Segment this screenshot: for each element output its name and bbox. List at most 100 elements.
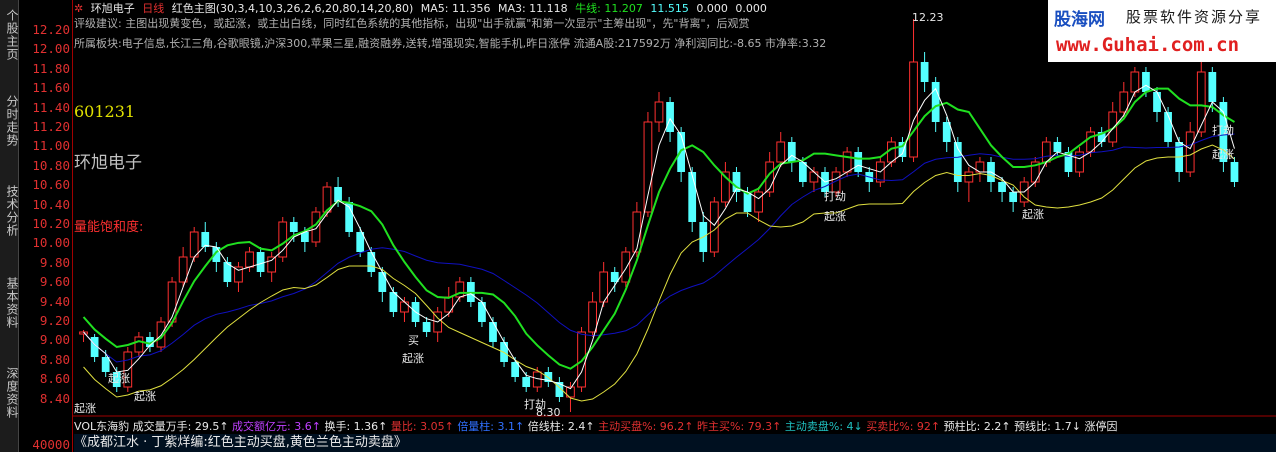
vol-name: VOL东海豹 (74, 420, 130, 433)
candle (643, 112, 653, 217)
vol-active-sell: 主动卖盘%: 4↓ (784, 420, 863, 433)
candle (909, 19, 918, 162)
header-bear-line: 11.515 (650, 2, 689, 15)
candle (987, 157, 995, 192)
candle (444, 287, 454, 317)
candle-body (842, 151, 852, 173)
ma-blue-line (83, 133, 1235, 363)
candle-body (1130, 71, 1140, 93)
candle (1075, 147, 1084, 177)
candle-body (920, 62, 929, 82)
annotation-dajie-2: 打劫 (824, 190, 846, 203)
candle-body (1009, 192, 1018, 202)
ma-yellow-line (83, 144, 1235, 402)
candle-body (256, 252, 265, 272)
candle-body (134, 336, 144, 353)
candle (964, 167, 974, 202)
candle-body (654, 101, 664, 123)
annotation-qizhang-6: 起涨 (1022, 208, 1044, 221)
candle-body (1230, 162, 1239, 182)
candle (787, 137, 796, 172)
candle (433, 307, 443, 342)
candle (90, 334, 99, 362)
vol-turnover: 成交量万手: 29.5↑ (132, 420, 229, 433)
header-ma5: MA5: 11.356 (420, 2, 491, 15)
header-zero2: 0.000 (735, 2, 767, 15)
candle (1164, 107, 1172, 147)
gear-icon[interactable]: ✲ (74, 2, 83, 15)
candle-body (245, 251, 254, 268)
candle-body (743, 192, 752, 212)
annotation-dajie-3: 打劫 (1212, 124, 1234, 137)
footer-caption: 《成都江水 · 丁紫烊编:红色主动买盘,黄色兰色主动卖盘》 (74, 434, 1276, 452)
candle-body (1208, 72, 1217, 102)
vol-double: 倍量柱: 3.1↑ (457, 420, 525, 433)
annotation-qizhang-1: 起涨 (74, 402, 96, 415)
candle-body (189, 231, 199, 258)
candle (1185, 122, 1195, 177)
candle-body (1142, 72, 1150, 92)
vol-ratio: 量比: 3.05↑ (390, 420, 454, 433)
saturation-label: 量能饱和度: (74, 220, 144, 235)
candle-body (201, 232, 210, 247)
candle-body (809, 171, 819, 183)
candle (865, 167, 874, 192)
candle-body (787, 142, 796, 162)
candle-body (688, 172, 697, 222)
rating-advice: 评级建议: 主图出现黄变色，或起涨，或主出白线，同时红色系统的其他指标，出现"出… (74, 17, 750, 30)
vol-yesterday-buy: 昨主买%: 79.3↑ (697, 420, 782, 433)
sector-info: 所属板块:电子信息,长江三角,谷歌眼镜,沪深300,苹果三星,融资融券,送转,增… (74, 37, 827, 50)
candle (754, 187, 763, 222)
candle-body (278, 221, 288, 258)
candle-body (422, 322, 431, 332)
candle (278, 217, 288, 262)
candle (400, 297, 409, 322)
candle-body (643, 121, 653, 213)
candle-body (632, 211, 642, 253)
header-period[interactable]: 日线 (142, 2, 164, 15)
candle-body (1153, 92, 1161, 112)
chart-header: ✲ 环旭电子 日线 红色主图(30,3,4,10,3,26,2,6,20,80,… (74, 0, 771, 15)
candle (1009, 187, 1018, 212)
vol-hand-rate: 换手: 1.36↑ (324, 420, 388, 433)
vol-amount: 成交额亿元: 3.6↑ (232, 420, 321, 433)
candle-body (854, 152, 863, 172)
candle (234, 262, 243, 292)
candle-body (998, 182, 1006, 192)
header-zero1: 0.000 (696, 2, 728, 15)
candle-body (588, 301, 597, 333)
candle (854, 147, 863, 177)
annotation-qizhang-7: 起涨 (1212, 148, 1234, 161)
candle-body (1196, 71, 1206, 133)
candle (1119, 82, 1129, 117)
candle (776, 132, 786, 167)
annotation-qizhang-4: 起涨 (402, 352, 424, 365)
candle-body (289, 222, 298, 232)
candle (953, 137, 962, 192)
vol-active-buy: 主动买盘%: 96.2↑ (598, 420, 694, 433)
candle (577, 327, 586, 392)
candle (256, 247, 265, 277)
candle (79, 330, 88, 342)
header-bull-line: 牛线: 11.207 (575, 2, 643, 15)
annotation-mai: 买 (408, 334, 419, 347)
candle-body (1053, 142, 1062, 152)
candle (1208, 67, 1217, 112)
candle (223, 257, 232, 287)
candle (809, 167, 819, 192)
candle (134, 332, 144, 357)
header-indicator: 红色主图(30,3,4,10,3,26,2,6,20,80,14,20,80) (171, 2, 414, 15)
candle-body (577, 331, 586, 388)
vol-double-line: 倍线柱: 2.4↑ (527, 420, 595, 433)
candle (654, 92, 664, 132)
annotation-qizhang-5: 起涨 (824, 210, 846, 223)
candle (920, 52, 929, 92)
candle-body (400, 301, 409, 313)
vol-buy-sell: 买卖比%: 92↑ (866, 420, 941, 433)
candle-body (378, 272, 387, 292)
candle-body (754, 191, 763, 213)
logo-site-name: 股海网 (1054, 10, 1105, 30)
candle (721, 162, 730, 207)
candle-body (489, 322, 497, 342)
header-ma3: MA3: 11.118 (497, 2, 568, 15)
